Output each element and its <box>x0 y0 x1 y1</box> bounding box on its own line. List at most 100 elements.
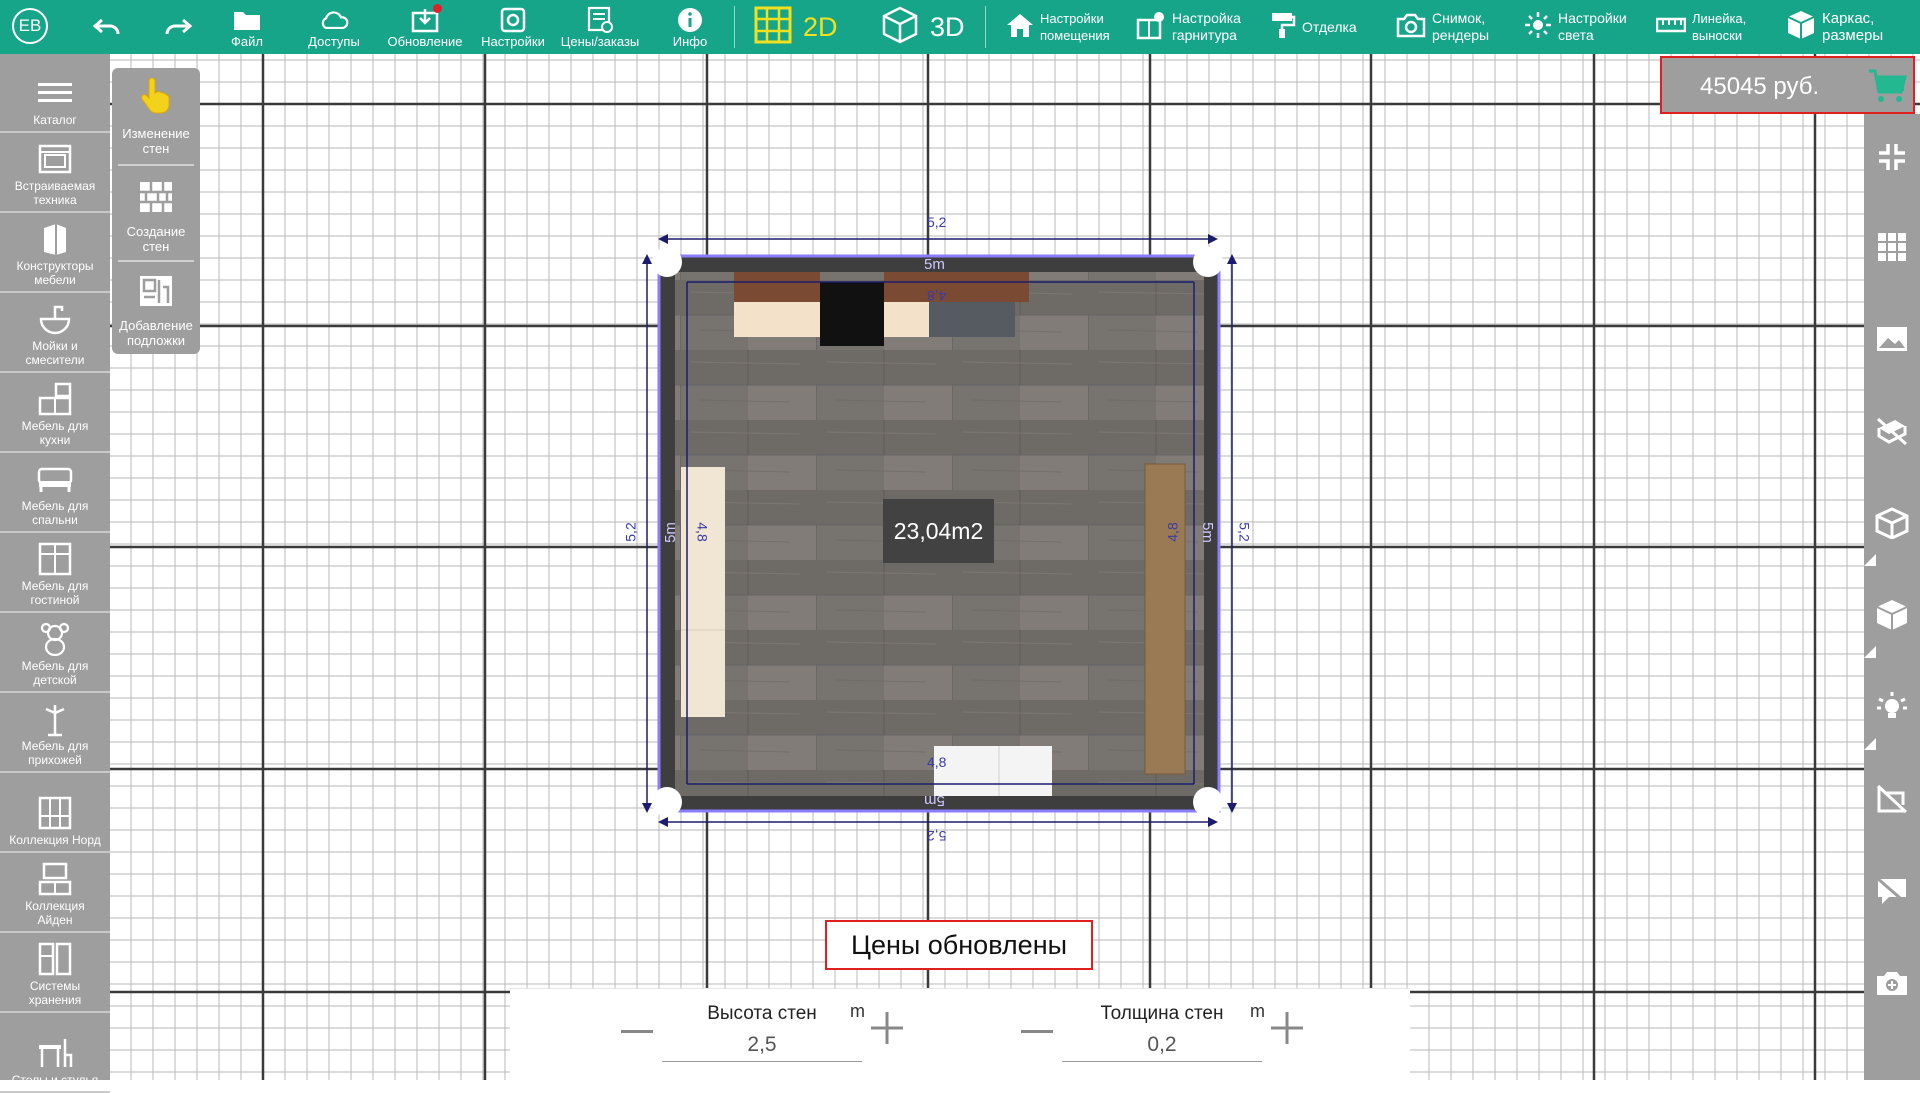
corner-handle[interactable] <box>652 787 682 817</box>
set-settings-button[interactable]: Настройка гарнитура <box>1136 0 1241 54</box>
dim-right-inner: 4,8 <box>1164 522 1181 542</box>
plus-icon <box>1271 1011 1303 1049</box>
view-tools-sidebar <box>1864 114 1920 1080</box>
add-underlay-tool[interactable]: Добавление подложки <box>112 262 200 354</box>
light-settings-button[interactable]: Настройки света <box>1524 0 1627 54</box>
dim-top-outer: 5,2 <box>927 214 947 230</box>
sidebar-item-sink[interactable]: Мойки и смесители <box>0 294 110 373</box>
finishing-button[interactable]: Отделка <box>1270 0 1357 54</box>
update-button[interactable]: Обновление <box>383 0 467 54</box>
sidebar-item-storage[interactable]: Системы хранения <box>0 934 110 1013</box>
light-icon <box>1524 11 1552 44</box>
wall-height-field[interactable]: 2,5 <box>662 1029 862 1062</box>
dim-right-wall: 5m <box>1198 522 1216 543</box>
room-area-label[interactable]: 23,04m2 <box>883 499 994 563</box>
corner-handle[interactable] <box>652 247 682 277</box>
create-walls-tool[interactable]: Создание стен <box>112 166 200 260</box>
callouts-off-icon <box>1875 876 1909 911</box>
ruler-button[interactable]: Линейка, выноски <box>1655 0 1746 54</box>
sidebar-item-wardrobe[interactable]: Мебель для гостиной <box>0 534 110 613</box>
wardrobe-icon <box>35 539 75 579</box>
expand-arrows <box>1864 554 1876 750</box>
redo-button[interactable] <box>159 0 197 54</box>
screenshot-button[interactable] <box>1864 960 1920 1010</box>
wall-tools-panel: Изменение стен Создание стен Добавление … <box>112 68 200 354</box>
frame-dimensions-button[interactable]: Каркас, размеры <box>1786 0 1883 54</box>
wall-height-decrease-button[interactable] <box>616 1009 658 1051</box>
wall-params-panel: Высота стен m 2,5 Толщина стен m 0,2 <box>510 988 1410 1081</box>
top-toolbar: EB Файл Доступы Обновление Настройки Цен… <box>0 0 1920 54</box>
info-button[interactable]: Инфо <box>665 0 715 54</box>
dim-bottom-outer: 5,2 <box>927 828 947 844</box>
minus-icon <box>621 1021 653 1039</box>
open-box-icon <box>1875 506 1909 544</box>
minus-icon <box>1021 1021 1053 1039</box>
hide-textures-button[interactable] <box>1864 408 1920 458</box>
dimensions-off-icon <box>1875 783 1909 820</box>
edit-walls-tool[interactable]: Изменение стен <box>112 68 200 162</box>
plus-icon <box>871 1011 903 1049</box>
room-settings-button[interactable]: Настройки помещения <box>1006 0 1110 54</box>
sidebar-item-shelf[interactable]: Коллекция Норд <box>0 774 110 853</box>
sidebar-item-label: Мебель для гостиной <box>21 579 89 607</box>
catalog-sidebar: Каталог Встраиваемая техника Конструкторы … <box>0 54 110 1093</box>
sidebar-item-tv-stand[interactable]: Коллекция Айден <box>0 854 110 933</box>
download-icon <box>410 3 442 34</box>
lamp-icon <box>1875 691 1909 728</box>
wall-thickness-increase-button[interactable] <box>1266 1009 1308 1051</box>
folder-icon <box>232 6 262 34</box>
tv-stand-icon <box>35 859 75 899</box>
side-cabinet[interactable] <box>1145 464 1185 774</box>
collapse-icon <box>1877 142 1907 177</box>
cooktop[interactable] <box>929 302 1015 337</box>
total-price-button[interactable]: 45045 руб. <box>1660 56 1915 114</box>
sidebar-item-kitchen[interactable]: Мебель для кухни <box>0 374 110 453</box>
bathtub[interactable] <box>934 746 1052 796</box>
settings-button[interactable]: Настройки <box>477 0 549 54</box>
home-icon <box>1006 12 1034 43</box>
access-button[interactable]: Доступы <box>300 0 368 54</box>
snapshot-button[interactable]: Снимок, рендеры <box>1396 0 1489 54</box>
sink-icon <box>35 299 75 339</box>
oven-icon <box>35 139 75 179</box>
dim-left-outer: 5,2 <box>622 522 639 542</box>
prices-orders-button[interactable]: Цены/заказы <box>553 0 647 54</box>
fit-screen-button[interactable] <box>1864 134 1920 184</box>
file-menu-button[interactable]: Файл <box>226 0 268 54</box>
sidebar-item-label: Мойки и смесители <box>25 339 85 367</box>
oven[interactable] <box>820 282 884 346</box>
mode-2d-button[interactable]: 2D <box>753 0 838 54</box>
kitchen-cabinet[interactable] <box>734 272 820 302</box>
dim-bottom-wall: 5m <box>924 792 945 809</box>
wall-thickness-unit: m <box>1250 1001 1265 1021</box>
sidebar-item-coat-rack[interactable]: Мебель для прихожей <box>0 694 110 773</box>
price-list-icon <box>585 6 615 34</box>
floorplan-image-icon <box>139 275 173 312</box>
wall-height-increase-button[interactable] <box>866 1009 908 1051</box>
prices-updated-toast: Цены обновлены <box>825 920 1093 970</box>
user-avatar[interactable]: EB <box>12 8 48 44</box>
sidebar-item-bed[interactable]: Мебель для спальни <box>0 454 110 533</box>
grid-toggle-button[interactable] <box>1864 224 1920 274</box>
wall-thickness-decrease-button[interactable] <box>1016 1009 1058 1051</box>
corner-handle[interactable] <box>1193 247 1223 277</box>
corner-handle[interactable] <box>1193 787 1223 817</box>
undo-button[interactable] <box>88 0 126 54</box>
kitchen-cabinet[interactable] <box>884 272 1029 302</box>
camera-plus-icon <box>1875 969 1909 1002</box>
gear-icon <box>498 6 528 34</box>
sidebar-item-cabinet[interactable]: Конструкторы мебели <box>0 214 110 293</box>
wall-height-unit: m <box>850 1001 865 1021</box>
sidebar-item-table-chair[interactable]: Столы и стулья <box>0 1014 110 1093</box>
sidebar-item-teddy-bear[interactable]: Мебель для детской <box>0 614 110 693</box>
sidebar-item-menu[interactable]: Каталог <box>0 54 110 133</box>
dim-top-wall: 5m <box>924 256 945 273</box>
background-image-button[interactable] <box>1864 316 1920 366</box>
sidebar-item-label: Каталог <box>33 113 77 127</box>
mode-3d-button[interactable]: 3D <box>880 0 965 54</box>
kitchen-icon <box>35 379 75 419</box>
wall-thickness-field[interactable]: 0,2 <box>1062 1029 1262 1062</box>
hide-callouts-button[interactable] <box>1864 868 1920 918</box>
sidebar-item-oven[interactable]: Встраиваемая техника <box>0 134 110 213</box>
box-view-button[interactable] <box>1864 500 1920 550</box>
